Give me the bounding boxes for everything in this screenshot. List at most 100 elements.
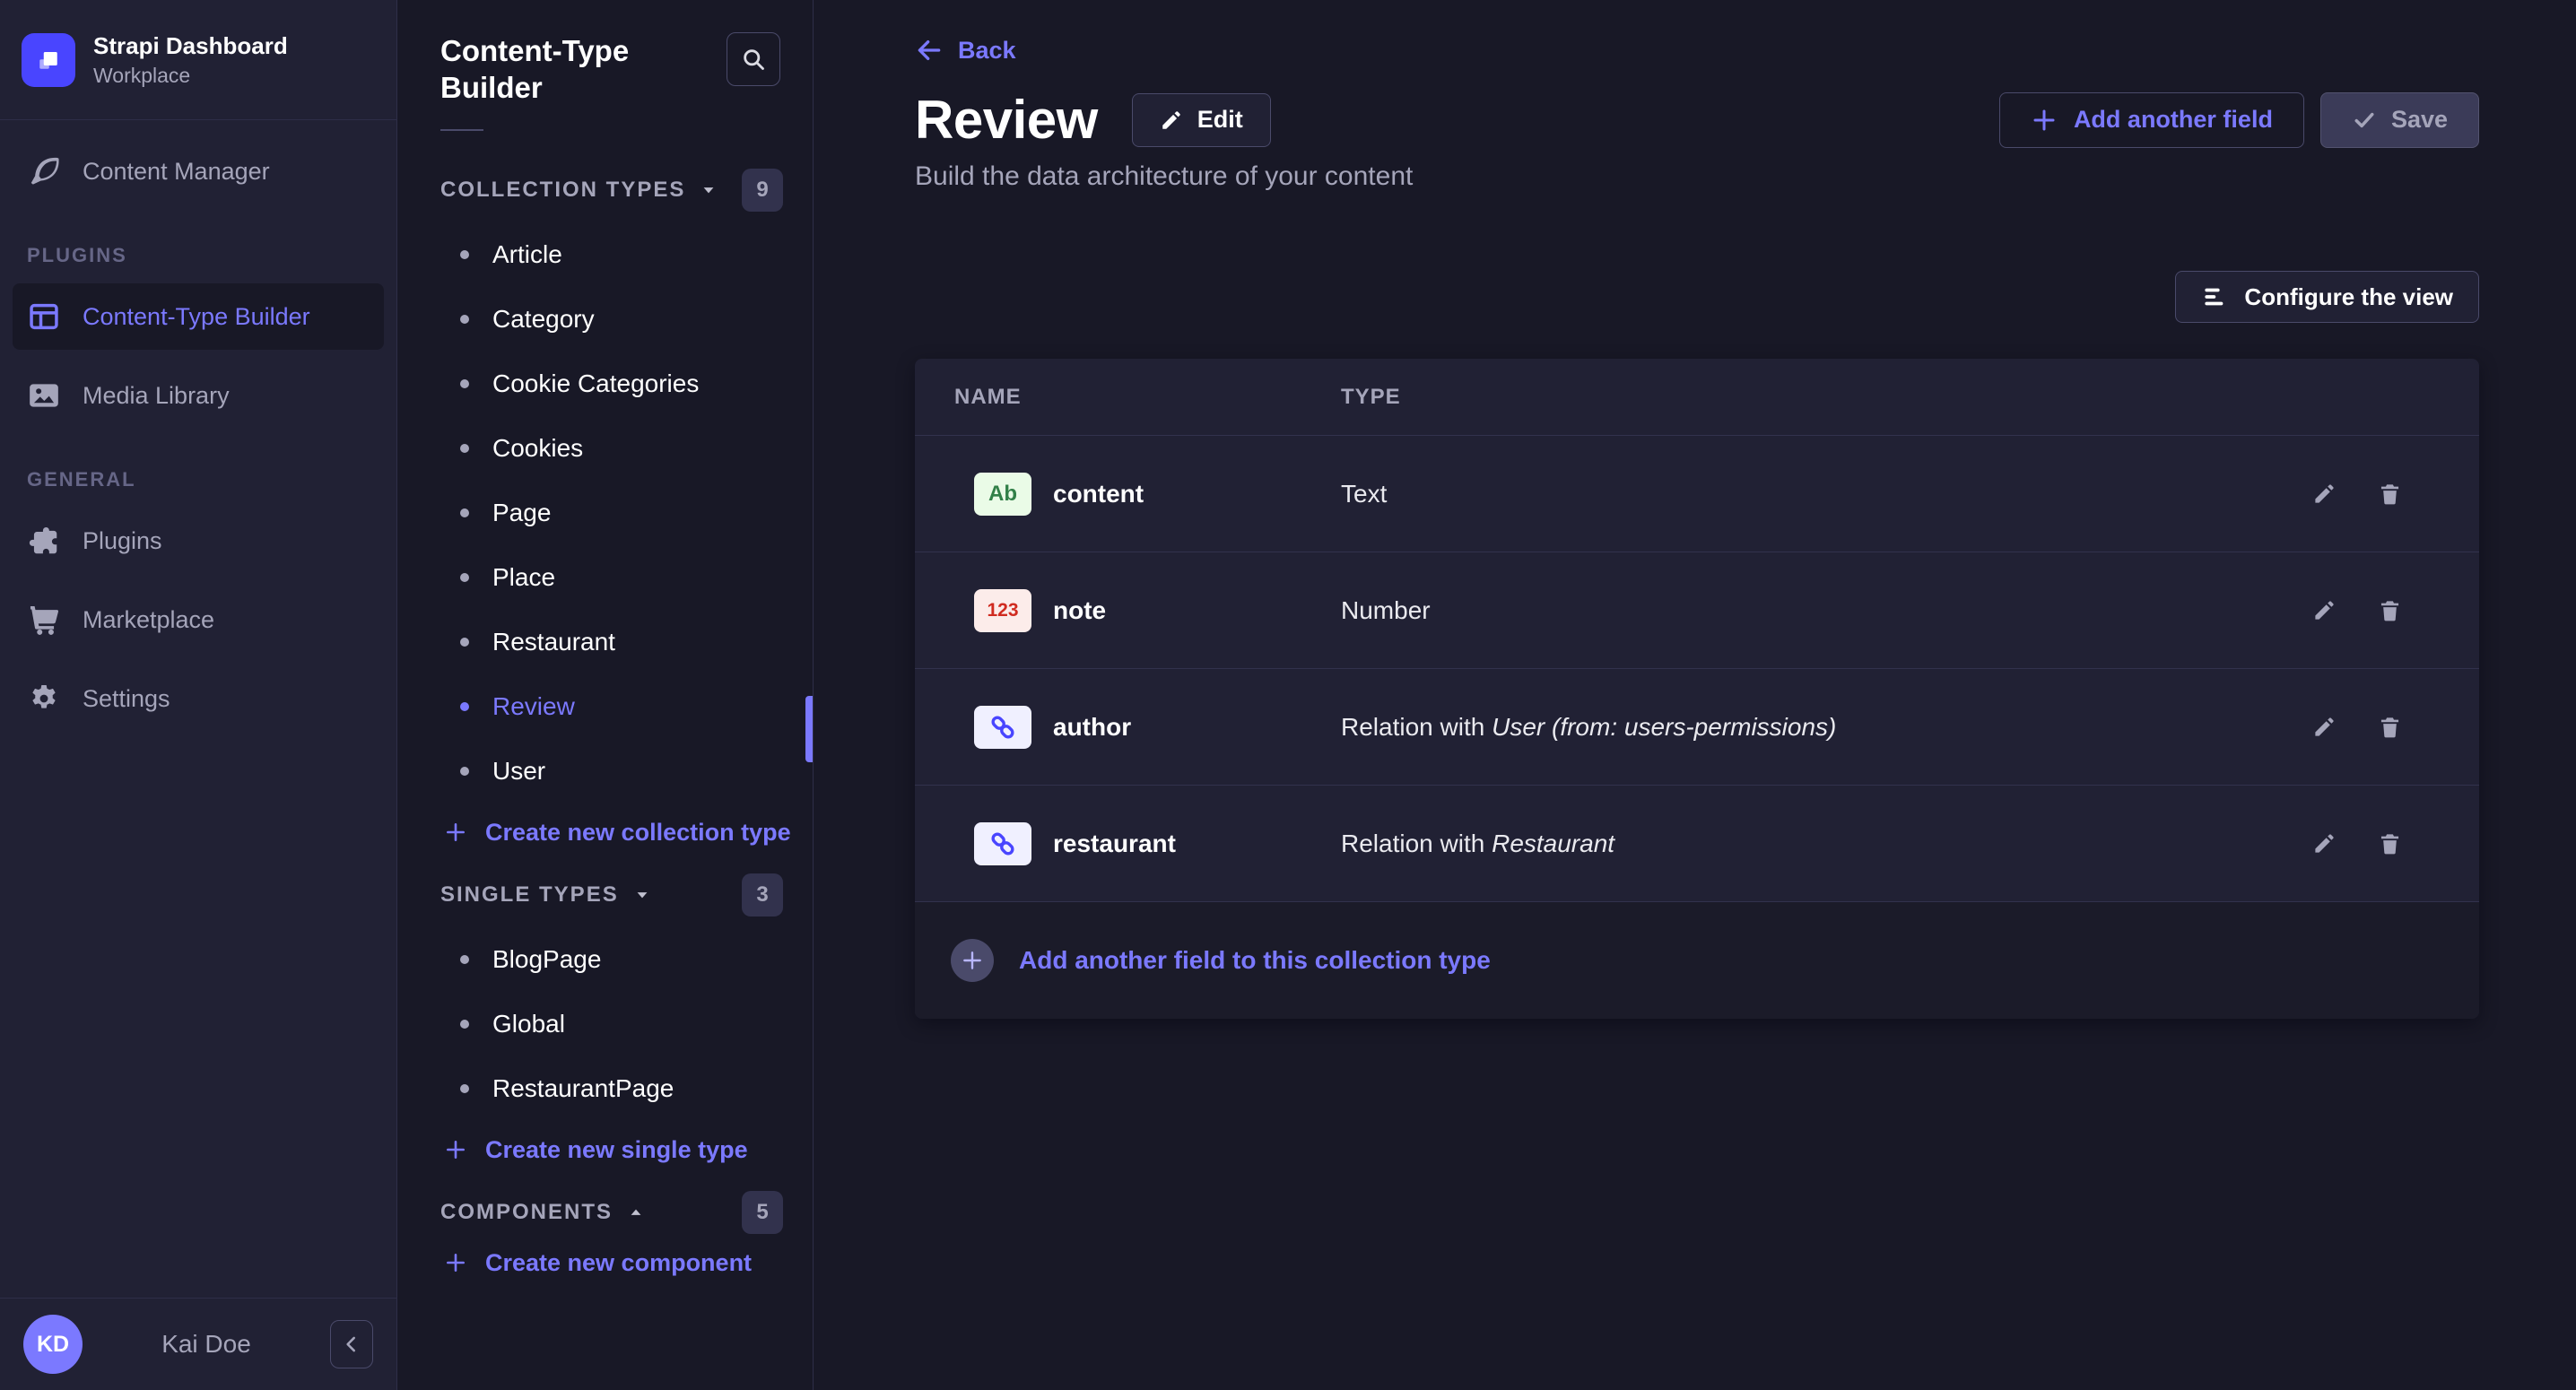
caret-up-icon[interactable] — [627, 1203, 645, 1221]
delete-field-button[interactable] — [2378, 598, 2402, 622]
page-subtitle: Build the data architecture of your cont… — [915, 161, 2479, 192]
edit-field-button[interactable] — [2312, 482, 2337, 506]
search-icon — [741, 47, 766, 72]
save-button[interactable]: Save — [2320, 92, 2479, 148]
title-row: Review Edit Add another field Save — [915, 89, 2479, 151]
nav-item-content-type-builder[interactable]: Content-Type Builder — [13, 283, 384, 350]
create-new-collection-type-link[interactable]: Create new collection type — [397, 804, 791, 861]
avatar-initials: KD — [37, 1332, 69, 1358]
nav-item-media-library[interactable]: Media Library — [13, 362, 384, 429]
bullet-icon — [460, 1020, 469, 1029]
nav-section-general: GENERAL — [27, 468, 370, 491]
row-actions — [2312, 715, 2402, 739]
create-new-single-type-link[interactable]: Create new single type — [397, 1121, 748, 1178]
collection-types-label[interactable]: COLLECTION TYPES — [440, 178, 685, 203]
pencil-icon — [1160, 109, 1183, 132]
plus-icon — [444, 1138, 467, 1161]
configure-the-view-button[interactable]: Configure the view — [2175, 271, 2479, 323]
arrow-left-icon — [915, 36, 944, 65]
collapse-nav-button[interactable] — [330, 1320, 373, 1368]
single-types-label[interactable]: SINGLE TYPES — [440, 882, 619, 908]
edit-button[interactable]: Edit — [1132, 93, 1271, 147]
user-section: KD Kai Doe — [0, 1298, 396, 1390]
field-name-cell: Ab content — [954, 473, 1341, 516]
collection-type-item-place[interactable]: Place — [397, 545, 813, 610]
row-actions — [2312, 831, 2402, 856]
plus-icon — [2031, 107, 2058, 134]
bullet-icon — [460, 573, 469, 582]
bullet-icon — [460, 955, 469, 964]
bullet-icon — [460, 508, 469, 517]
subnav-header: Content-Type Builder — [397, 0, 813, 106]
edit-field-button[interactable] — [2312, 598, 2337, 622]
add-another-field-to-collection-link[interactable]: Add another field to this collection typ… — [1019, 946, 1491, 975]
nav-item-plugins[interactable]: Plugins — [13, 508, 384, 574]
bullet-icon — [460, 379, 469, 388]
add-field-circle-button[interactable] — [951, 939, 994, 982]
check-icon — [2352, 108, 2377, 133]
nav-item-marketplace[interactable]: Marketplace — [13, 586, 384, 653]
collection-types-count-badge: 9 — [742, 169, 783, 212]
plus-icon — [444, 1251, 467, 1274]
edit-field-button[interactable] — [2312, 831, 2337, 856]
components-count-badge: 5 — [742, 1191, 783, 1234]
delete-field-button[interactable] — [2378, 831, 2402, 856]
bullet-icon — [460, 250, 469, 259]
collection-type-item-user[interactable]: User — [397, 739, 813, 804]
create-new-component-link[interactable]: Create new component — [397, 1234, 752, 1291]
plugins-icon — [27, 524, 61, 558]
bullet-icon — [460, 1084, 469, 1093]
number-field-icon: 123 — [974, 589, 1031, 632]
chevron-left-icon — [340, 1333, 363, 1356]
page-title: Review — [915, 89, 1098, 151]
nav-item-settings[interactable]: Settings — [13, 665, 384, 732]
single-types-list: BlogPage Global RestaurantPage — [397, 927, 813, 1121]
brand-title: Strapi Dashboard — [93, 32, 288, 60]
nav-item-label: Settings — [83, 685, 170, 713]
table-row: 123 note Number — [915, 552, 2479, 669]
back-row: Back — [915, 36, 2479, 69]
single-type-item-blogpage[interactable]: BlogPage — [397, 927, 813, 992]
collection-type-item-cookies[interactable]: Cookies — [397, 416, 813, 481]
collection-type-item-cookie-categories[interactable]: Cookie Categories — [397, 352, 813, 416]
delete-field-button[interactable] — [2378, 482, 2402, 506]
single-types-count-badge: 3 — [742, 873, 783, 917]
table-row: author Relation with User (from: users-p… — [915, 669, 2479, 786]
single-type-item-restaurantpage[interactable]: RestaurantPage — [397, 1056, 813, 1121]
components-label[interactable]: COMPONENTS — [440, 1200, 613, 1225]
workspace-brand[interactable]: Strapi Dashboard Workplace — [0, 0, 396, 120]
caret-down-icon[interactable] — [633, 886, 651, 904]
nav-item-content-manager[interactable]: Content Manager — [13, 138, 384, 204]
configure-row: Configure the view — [915, 271, 2479, 323]
collection-type-item-article[interactable]: Article — [397, 222, 813, 287]
table-footer: Add another field to this collection typ… — [915, 902, 2479, 1019]
pencil-icon — [2312, 482, 2337, 506]
relation-field-icon — [974, 706, 1031, 749]
text-field-icon: Ab — [974, 473, 1031, 516]
content-manager-icon — [27, 154, 61, 188]
brand-subtitle: Workplace — [93, 64, 288, 88]
pencil-icon — [2312, 831, 2337, 856]
add-another-field-button[interactable]: Add another field — [1999, 92, 2304, 148]
bullet-icon — [460, 767, 469, 776]
collection-type-item-review[interactable]: Review — [397, 674, 813, 739]
edit-field-button[interactable] — [2312, 715, 2337, 739]
back-link[interactable]: Back — [915, 36, 1016, 65]
bullet-icon — [460, 315, 469, 324]
search-button[interactable] — [727, 32, 780, 86]
collection-type-item-restaurant[interactable]: Restaurant — [397, 610, 813, 674]
marketplace-icon — [27, 603, 61, 637]
single-type-item-global[interactable]: Global — [397, 992, 813, 1056]
collection-type-item-page[interactable]: Page — [397, 481, 813, 545]
trash-icon — [2378, 715, 2402, 739]
field-type-cell: Relation with User (from: users-permissi… — [1341, 713, 2312, 742]
table-row: Ab content Text — [915, 436, 2479, 552]
single-types-header: SINGLE TYPES 3 — [397, 873, 813, 917]
subnav-divider — [440, 129, 483, 131]
nav-item-label: Content-Type Builder — [83, 303, 310, 331]
caret-down-icon[interactable] — [700, 181, 718, 199]
nav-section-plugins: PLUGINS — [27, 244, 370, 267]
collection-type-item-category[interactable]: Category — [397, 287, 813, 352]
delete-field-button[interactable] — [2378, 715, 2402, 739]
nav-item-label: Media Library — [83, 382, 230, 410]
